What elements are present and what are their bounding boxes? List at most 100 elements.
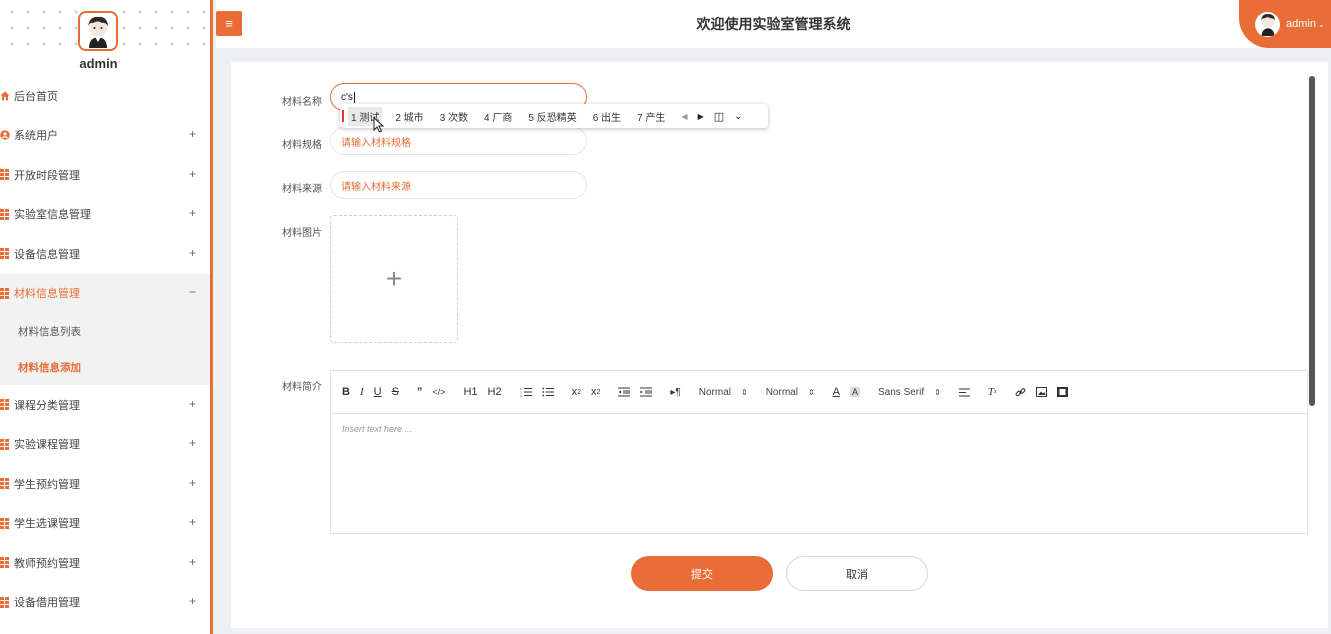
- ime-prev-icon[interactable]: ◀: [681, 112, 687, 121]
- material-name-label: 材料名称: [282, 97, 322, 108]
- size-select-value: Normal: [698, 386, 731, 398]
- text-direction-icon[interactable]: ▸¶: [670, 387, 680, 398]
- expand-icon[interactable]: +: [189, 167, 196, 181]
- home-icon: [0, 91, 14, 101]
- grid-icon: [0, 399, 14, 411]
- italic-button[interactable]: I: [360, 386, 364, 398]
- user-menu-label: admin: [1286, 18, 1316, 30]
- header1-button[interactable]: H1: [463, 386, 477, 398]
- header2-button[interactable]: H2: [488, 386, 502, 398]
- font-select[interactable]: Sans Serif ⇕: [878, 387, 941, 398]
- size-select[interactable]: Normal ⇕: [699, 387, 748, 398]
- strike-button[interactable]: S: [392, 386, 399, 398]
- top-bar: ≡ 欢迎使用实验室管理系统 admin ⌄: [216, 0, 1331, 48]
- header2-label: H2: [487, 386, 502, 398]
- expand-icon[interactable]: +: [189, 476, 196, 490]
- ime-candidate[interactable]: 3 次数: [440, 109, 468, 124]
- grid-icon: [0, 208, 14, 220]
- rich-text-editor[interactable]: B I U S ” </> H1 H2 123 x2 x2 ▸¶ Normal …: [330, 370, 1308, 534]
- sidebar-username: admin: [79, 56, 118, 71]
- sidebar-item-equipment-borrow[interactable]: 设备借用管理 +: [0, 583, 210, 623]
- grid-icon: [0, 557, 14, 569]
- video-icon[interactable]: [1056, 387, 1068, 397]
- sidebar-item-course-category[interactable]: 课程分类管理 +: [0, 385, 210, 425]
- app-root: admin 后台首页 系统用户 + 开放时段管理 + 实验室信息管理 + 设备信…: [0, 0, 1331, 634]
- editor-content[interactable]: Insert text here ...: [331, 414, 1307, 444]
- subscript-icon[interactable]: x2: [572, 386, 581, 398]
- sidebar-item-label: 实验课程管理: [14, 439, 80, 452]
- sidebar-item-lab-course[interactable]: 实验课程管理 +: [0, 425, 210, 465]
- expand-icon[interactable]: +: [189, 206, 196, 220]
- sidebar-avatar[interactable]: [78, 11, 118, 51]
- bold-button[interactable]: B: [342, 386, 350, 398]
- mouse-cursor-icon: [373, 117, 385, 133]
- header-select[interactable]: Normal ⇕: [766, 387, 815, 398]
- select-caret-icon: ⇕: [807, 387, 815, 397]
- ime-settings-icon[interactable]: ◫: [714, 110, 724, 123]
- sidebar-item-label: 后台首页: [14, 90, 58, 103]
- ime-candidate[interactable]: 5 反恐精英: [528, 109, 576, 124]
- sidebar-subitem-material-list[interactable]: 材料信息列表: [0, 313, 210, 349]
- material-spec-input[interactable]: 请输入材料规格: [330, 127, 587, 155]
- scrollbar[interactable]: [1309, 76, 1315, 406]
- code-block-icon[interactable]: </>: [432, 387, 445, 397]
- image-icon[interactable]: [1035, 387, 1047, 397]
- outdent-icon[interactable]: [618, 387, 631, 397]
- sidebar-item-system-users[interactable]: 系统用户 +: [0, 116, 210, 156]
- header-select-value: Normal: [765, 386, 798, 398]
- ime-expand-icon[interactable]: ⌄: [734, 111, 742, 122]
- align-icon[interactable]: [958, 388, 970, 397]
- material-image-label: 材料图片: [282, 228, 322, 239]
- select-caret-icon: ⇕: [934, 387, 941, 397]
- expand-icon[interactable]: +: [189, 555, 196, 569]
- clear-format-icon[interactable]: Tx: [988, 386, 997, 398]
- sidebar-item-student-booking[interactable]: 学生预约管理 +: [0, 464, 210, 504]
- link-icon[interactable]: [1015, 387, 1026, 398]
- expand-icon[interactable]: +: [189, 436, 196, 450]
- cancel-button[interactable]: 取消: [786, 556, 928, 591]
- sidebar-item-lab-info[interactable]: 实验室信息管理 +: [0, 195, 210, 235]
- sidebar-item-teacher-booking[interactable]: 教师预约管理 +: [0, 543, 210, 583]
- sidebar-item-equipment-info[interactable]: 设备信息管理 +: [0, 234, 210, 274]
- sidebar-menu: 后台首页 系统用户 + 开放时段管理 + 实验室信息管理 + 设备信息管理 + …: [0, 76, 210, 622]
- ime-candidate[interactable]: 4 厂商: [484, 109, 512, 124]
- ordered-list-icon[interactable]: 123: [520, 387, 532, 397]
- plus-icon: +: [385, 263, 403, 294]
- bullet-list-icon[interactable]: [541, 387, 554, 397]
- expand-icon[interactable]: +: [189, 515, 196, 529]
- superscript-icon[interactable]: x2: [591, 386, 600, 398]
- text-color-icon[interactable]: A: [833, 386, 840, 398]
- sidebar-item-label: 实验室信息管理: [14, 209, 91, 222]
- grid-icon: [0, 517, 14, 529]
- ime-candidate[interactable]: 2 城市: [395, 109, 423, 124]
- ime-next-icon[interactable]: ▶: [698, 112, 704, 121]
- grid-icon: [0, 287, 14, 299]
- submit-button[interactable]: 提交: [631, 556, 773, 591]
- material-source-input[interactable]: 请输入材料来源: [330, 171, 587, 199]
- grid-icon: [0, 169, 14, 181]
- expand-icon[interactable]: +: [189, 594, 196, 608]
- sidebar-item-material-info[interactable]: 材料信息管理 −: [0, 273, 210, 313]
- avatar: [1255, 11, 1280, 37]
- expand-icon[interactable]: +: [189, 246, 196, 260]
- grid-icon: [0, 596, 14, 608]
- sidebar-item-student-course-selection[interactable]: 学生选课管理 +: [0, 504, 210, 544]
- ime-candidate[interactable]: 7 产生: [637, 109, 665, 124]
- sidebar-item-label: 开放时段管理: [14, 169, 80, 182]
- background-color-icon[interactable]: A: [849, 387, 860, 397]
- sidebar-item-label: 学生选课管理: [14, 518, 80, 531]
- sidebar-item-home[interactable]: 后台首页: [0, 76, 210, 116]
- underline-button[interactable]: U: [374, 386, 382, 398]
- sidebar-item-label: 设备借用管理: [14, 597, 80, 610]
- image-upload-box[interactable]: +: [330, 215, 458, 343]
- ime-candidate[interactable]: 6 出生: [593, 109, 621, 124]
- blockquote-icon[interactable]: ”: [417, 386, 423, 398]
- collapse-icon[interactable]: −: [189, 285, 196, 299]
- sidebar-subitem-material-add[interactable]: 材料信息添加: [0, 349, 210, 385]
- indent-icon[interactable]: [640, 387, 653, 397]
- user-menu[interactable]: admin ⌄: [1239, 0, 1331, 48]
- expand-icon[interactable]: +: [189, 397, 196, 411]
- expand-icon[interactable]: +: [189, 127, 196, 141]
- avatar-icon: [88, 16, 108, 48]
- sidebar-item-open-hours[interactable]: 开放时段管理 +: [0, 155, 210, 195]
